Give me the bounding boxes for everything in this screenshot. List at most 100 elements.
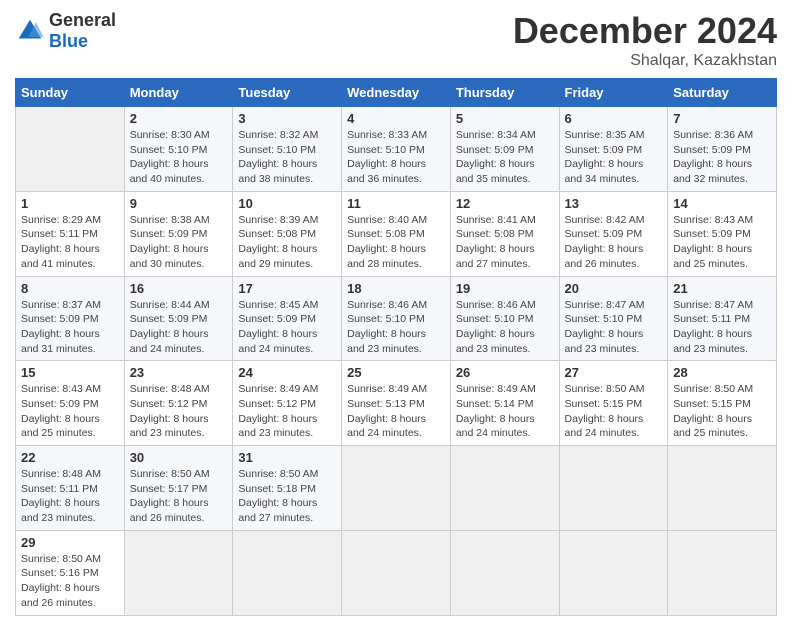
day-number: 17 bbox=[238, 281, 336, 296]
column-header-wednesday: Wednesday bbox=[342, 79, 451, 107]
day-number: 10 bbox=[238, 196, 336, 211]
calendar-cell: 22Sunrise: 8:48 AMSunset: 5:11 PMDayligh… bbox=[16, 446, 125, 531]
day-number: 12 bbox=[456, 196, 554, 211]
day-number: 30 bbox=[130, 450, 228, 465]
calendar-week-row: 29 Sunrise: 8:50 AMSunset: 5:16 PMDayligh… bbox=[16, 530, 777, 615]
logo-general: General bbox=[49, 10, 116, 30]
day-info: Sunrise: 8:49 AMSunset: 5:14 PMDaylight:… bbox=[456, 382, 554, 441]
calendar-cell: 23Sunrise: 8:48 AMSunset: 5:12 PMDayligh… bbox=[124, 361, 233, 446]
logo-blue: Blue bbox=[49, 31, 88, 51]
calendar-cell: 25 Sunrise: 8:49 AMSunset: 5:13 PMDayligh… bbox=[342, 361, 451, 446]
calendar-cell bbox=[342, 530, 451, 615]
day-info: Sunrise: 8:49 AMSunset: 5:12 PMDaylight:… bbox=[238, 382, 336, 441]
day-number: 8 bbox=[21, 281, 119, 296]
calendar-cell: 3 Sunrise: 8:32 AMSunset: 5:10 PMDaylight… bbox=[233, 107, 342, 192]
day-info: Sunrise: 8:50 AMSunset: 5:17 PMDaylight:… bbox=[130, 467, 228, 526]
calendar-cell: 1Sunrise: 8:29 AMSunset: 5:11 PMDaylight… bbox=[16, 191, 125, 276]
calendar-cell: 7 Sunrise: 8:36 AMSunset: 5:09 PMDaylight… bbox=[668, 107, 777, 192]
day-info: Sunrise: 8:47 AMSunset: 5:11 PMDaylight:… bbox=[673, 298, 771, 357]
calendar-cell bbox=[559, 530, 668, 615]
day-number: 19 bbox=[456, 281, 554, 296]
day-info: Sunrise: 8:47 AMSunset: 5:10 PMDaylight:… bbox=[565, 298, 663, 357]
calendar-cell: 28 Sunrise: 8:50 AMSunset: 5:15 PMDayligh… bbox=[668, 361, 777, 446]
day-number: 2 bbox=[130, 111, 228, 126]
calendar-cell bbox=[668, 446, 777, 531]
day-number: 25 bbox=[347, 365, 445, 380]
day-info: Sunrise: 8:37 AMSunset: 5:09 PMDaylight:… bbox=[21, 298, 119, 357]
calendar-week-row: 1Sunrise: 8:29 AMSunset: 5:11 PMDaylight… bbox=[16, 191, 777, 276]
calendar-cell: 27 Sunrise: 8:50 AMSunset: 5:15 PMDayligh… bbox=[559, 361, 668, 446]
calendar-cell: 12Sunrise: 8:41 AMSunset: 5:08 PMDayligh… bbox=[450, 191, 559, 276]
calendar-week-row: 8 Sunrise: 8:37 AMSunset: 5:09 PMDaylight… bbox=[16, 276, 777, 361]
day-info: Sunrise: 8:33 AMSunset: 5:10 PMDaylight:… bbox=[347, 128, 445, 187]
column-header-saturday: Saturday bbox=[668, 79, 777, 107]
calendar-cell bbox=[233, 530, 342, 615]
calendar-week-row: 2 Sunrise: 8:30 AMSunset: 5:10 PMDaylight… bbox=[16, 107, 777, 192]
day-number: 9 bbox=[130, 196, 228, 211]
calendar-cell bbox=[668, 530, 777, 615]
calendar-cell bbox=[342, 446, 451, 531]
calendar-cell: 26Sunrise: 8:49 AMSunset: 5:14 PMDayligh… bbox=[450, 361, 559, 446]
calendar-cell: 31Sunrise: 8:50 AMSunset: 5:18 PMDayligh… bbox=[233, 446, 342, 531]
calendar-cell bbox=[559, 446, 668, 531]
day-number: 3 bbox=[238, 111, 336, 126]
calendar-cell: 29 Sunrise: 8:50 AMSunset: 5:16 PMDayligh… bbox=[16, 530, 125, 615]
day-info: Sunrise: 8:39 AMSunset: 5:08 PMDaylight:… bbox=[238, 213, 336, 272]
day-info: Sunrise: 8:44 AMSunset: 5:09 PMDaylight:… bbox=[130, 298, 228, 357]
day-number: 29 bbox=[21, 535, 119, 550]
day-info: Sunrise: 8:36 AMSunset: 5:09 PMDaylight:… bbox=[673, 128, 771, 187]
calendar-cell: 8 Sunrise: 8:37 AMSunset: 5:09 PMDaylight… bbox=[16, 276, 125, 361]
day-info: Sunrise: 8:49 AMSunset: 5:13 PMDaylight:… bbox=[347, 382, 445, 441]
day-number: 20 bbox=[565, 281, 663, 296]
column-header-friday: Friday bbox=[559, 79, 668, 107]
calendar-cell: 16Sunrise: 8:44 AMSunset: 5:09 PMDayligh… bbox=[124, 276, 233, 361]
calendar-cell: 2 Sunrise: 8:30 AMSunset: 5:10 PMDaylight… bbox=[124, 107, 233, 192]
day-number: 13 bbox=[565, 196, 663, 211]
calendar-cell: 20 Sunrise: 8:47 AMSunset: 5:10 PMDayligh… bbox=[559, 276, 668, 361]
calendar-week-row: 15Sunrise: 8:43 AMSunset: 5:09 PMDayligh… bbox=[16, 361, 777, 446]
calendar-cell bbox=[16, 107, 125, 192]
day-info: Sunrise: 8:46 AMSunset: 5:10 PMDaylight:… bbox=[456, 298, 554, 357]
day-info: Sunrise: 8:30 AMSunset: 5:10 PMDaylight:… bbox=[130, 128, 228, 187]
day-info: Sunrise: 8:32 AMSunset: 5:10 PMDaylight:… bbox=[238, 128, 336, 187]
calendar-header-row: SundayMondayTuesdayWednesdayThursdayFrid… bbox=[16, 79, 777, 107]
day-info: Sunrise: 8:50 AMSunset: 5:15 PMDaylight:… bbox=[673, 382, 771, 441]
calendar-cell: 30 Sunrise: 8:50 AMSunset: 5:17 PMDayligh… bbox=[124, 446, 233, 531]
day-number: 27 bbox=[565, 365, 663, 380]
calendar-cell: 11 Sunrise: 8:40 AMSunset: 5:08 PMDayligh… bbox=[342, 191, 451, 276]
column-header-tuesday: Tuesday bbox=[233, 79, 342, 107]
day-number: 5 bbox=[456, 111, 554, 126]
day-info: Sunrise: 8:50 AMSunset: 5:16 PMDaylight:… bbox=[21, 552, 119, 611]
day-number: 22 bbox=[21, 450, 119, 465]
day-number: 14 bbox=[673, 196, 771, 211]
day-info: Sunrise: 8:46 AMSunset: 5:10 PMDaylight:… bbox=[347, 298, 445, 357]
calendar-cell: 6 Sunrise: 8:35 AMSunset: 5:09 PMDaylight… bbox=[559, 107, 668, 192]
day-number: 28 bbox=[673, 365, 771, 380]
calendar-cell: 17Sunrise: 8:45 AMSunset: 5:09 PMDayligh… bbox=[233, 276, 342, 361]
day-number: 24 bbox=[238, 365, 336, 380]
day-number: 15 bbox=[21, 365, 119, 380]
day-info: Sunrise: 8:35 AMSunset: 5:09 PMDaylight:… bbox=[565, 128, 663, 187]
title-block: December 2024 Shalqar, Kazakhstan bbox=[513, 10, 777, 70]
calendar-cell: 4Sunrise: 8:33 AMSunset: 5:10 PMDaylight… bbox=[342, 107, 451, 192]
calendar-cell: 19 Sunrise: 8:46 AMSunset: 5:10 PMDayligh… bbox=[450, 276, 559, 361]
calendar-cell: 24 Sunrise: 8:49 AMSunset: 5:12 PMDayligh… bbox=[233, 361, 342, 446]
day-number: 7 bbox=[673, 111, 771, 126]
day-number: 21 bbox=[673, 281, 771, 296]
calendar-table: SundayMondayTuesdayWednesdayThursdayFrid… bbox=[15, 78, 777, 616]
column-header-sunday: Sunday bbox=[16, 79, 125, 107]
day-info: Sunrise: 8:38 AMSunset: 5:09 PMDaylight:… bbox=[130, 213, 228, 272]
day-info: Sunrise: 8:42 AMSunset: 5:09 PMDaylight:… bbox=[565, 213, 663, 272]
day-number: 11 bbox=[347, 196, 445, 211]
calendar-cell bbox=[124, 530, 233, 615]
day-info: Sunrise: 8:40 AMSunset: 5:08 PMDaylight:… bbox=[347, 213, 445, 272]
logo: General Blue bbox=[15, 10, 116, 52]
day-number: 1 bbox=[21, 196, 119, 211]
page-title: December 2024 bbox=[513, 10, 777, 52]
calendar-cell: 14Sunrise: 8:43 AMSunset: 5:09 PMDayligh… bbox=[668, 191, 777, 276]
day-number: 6 bbox=[565, 111, 663, 126]
column-header-thursday: Thursday bbox=[450, 79, 559, 107]
day-info: Sunrise: 8:50 AMSunset: 5:18 PMDaylight:… bbox=[238, 467, 336, 526]
calendar-cell: 13 Sunrise: 8:42 AMSunset: 5:09 PMDayligh… bbox=[559, 191, 668, 276]
day-info: Sunrise: 8:50 AMSunset: 5:15 PMDaylight:… bbox=[565, 382, 663, 441]
